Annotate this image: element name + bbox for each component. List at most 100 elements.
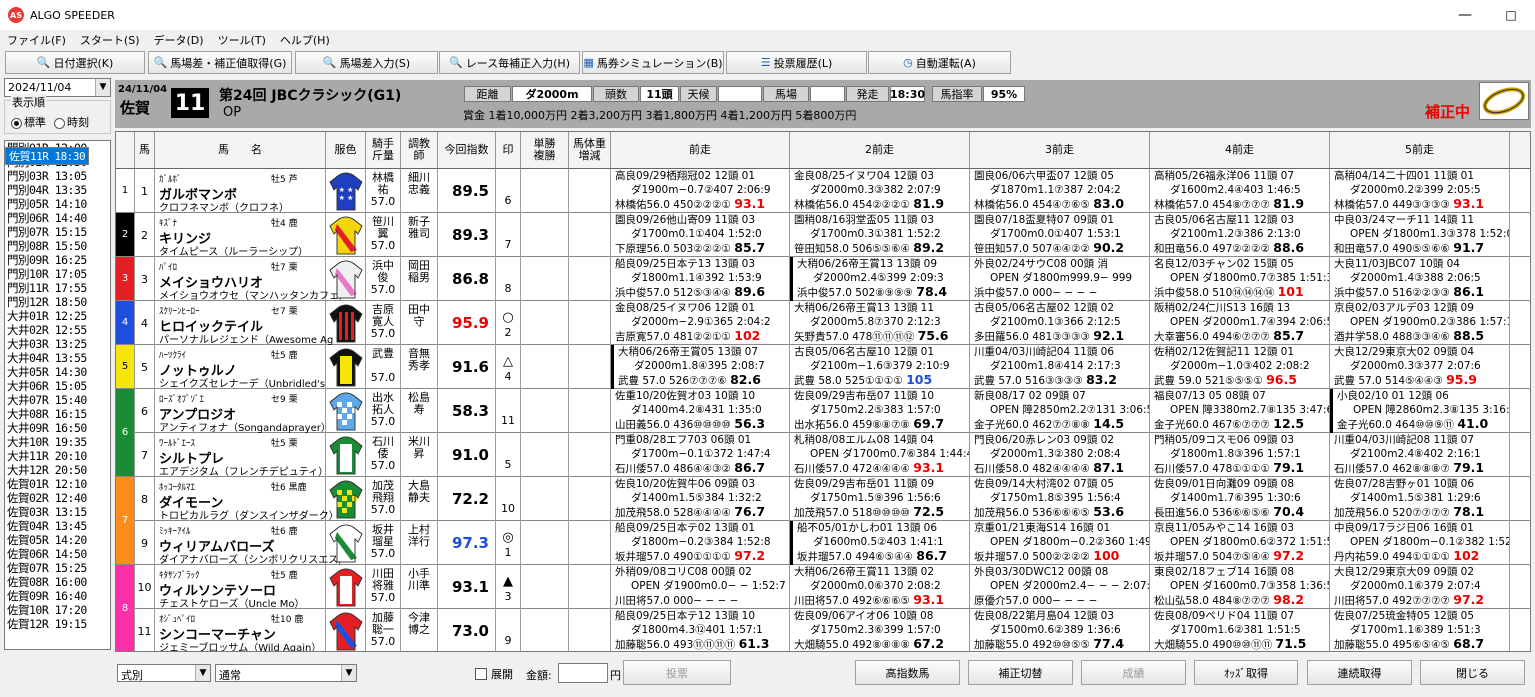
horse-row[interactable]: 11 ｵｼﾞｭﾍﾟｲﾛ 牡10 鹿シンコーマーチャン ジェミーブロッサム（Wild A… (116, 609, 1530, 651)
past-race-cell[interactable]: 佐稍02/12佐賀記11 12頭 01 ダ2000m−1.0③402 2:08:2… (1150, 345, 1330, 389)
header-weight[interactable]: 馬体重 増減 (569, 132, 611, 169)
mark-cell[interactable]: ◎ 1 (496, 521, 521, 565)
past-race-cell[interactable]: 中良03/24マーチ11 14頭 11 OPEN ダ1800m1.3③378 1:… (1330, 213, 1510, 257)
jockey-cell[interactable]: 吉原 寛人 57.0 (366, 301, 401, 345)
header-silks[interactable]: 服色 (326, 132, 366, 169)
past-race-cell[interactable]: 高良09/29栖翔冠02 12頭 01 ダ1900m−0.7②407 2:06:9… (611, 169, 790, 213)
header-horse-name[interactable]: 馬 名 (155, 132, 326, 169)
jockey-cell[interactable]: 加藤 聡一 57.0 (366, 609, 401, 651)
horse-name-cell[interactable]: ｷｽﾞﾅ 牡4 鹿キリンジ タイムピース（ルーラーシップ） (155, 213, 326, 258)
race-list-item[interactable]: 大井10R 19:35 (5, 435, 110, 449)
header-trainer[interactable]: 調教 師 (401, 132, 438, 169)
race-list-item[interactable]: 大井09R 16:50 (5, 421, 110, 435)
jockey-cell[interactable]: 坂井 瑠星 57.0 (366, 521, 401, 565)
past-race-cell[interactable]: 大稍06/26帝王賞05 13頭 07 ダ2000m1.8④395 2:08:7 武… (611, 345, 790, 389)
continuous-fetch-button[interactable]: 連続取得 (1307, 660, 1412, 685)
race-list-item[interactable]: 門別08R 15:50 (5, 239, 110, 253)
past-race-cell[interactable]: 大稍06/26帝王賞11 13頭 02 ダ2000m0.0⑥370 2:08:2 川… (790, 565, 970, 609)
menu-data[interactable]: データ(D) (147, 32, 211, 48)
past-race-cell[interactable]: 船不05/01かしわ01 13頭 06 ダ1600m0.5②403 1:41:1 坂… (790, 521, 970, 565)
jockey-cell[interactable]: 出水 拓人 57.0 (366, 389, 401, 433)
correction-toggle-button[interactable]: 補正切替 (968, 660, 1073, 685)
horse-name-cell[interactable]: ﾊﾟｲﾛ 牡7 栗メイショウハリオ メイショウオウセ（マンハッタンカフェ） (155, 257, 345, 302)
past-race-cell[interactable]: 園良06/06六甲盃07 12頭 05 ダ1870m1.1⑦387 2:04:2 林… (970, 169, 1150, 213)
past-race-cell[interactable]: 京重01/21東海S14 16頭 01 OPEN ダ1800m−0.2②360 1… (970, 521, 1150, 565)
horse-name-cell[interactable]: ﾎｯｺｰﾀﾙﾏｴ 牡6 黒鹿 ダイモーン トロピカルラグ（ダンスインザダーク） (155, 477, 339, 522)
horse-row[interactable]: 6 ﾛｰｽﾞｵﾌﾞｿﾞｴ セ9 栗アンプロジオ アンティフォナ（Songandapra… (116, 389, 1530, 434)
header-prev5[interactable]: 5前走 (1330, 132, 1510, 169)
race-list-item[interactable]: 門別05R 14:10 (5, 197, 110, 211)
past-race-cell[interactable]: 佐良07/25琉金特05 12頭 05 ダ1700m1.1⑥389 1:51:3 加… (1330, 609, 1510, 651)
past-race-cell[interactable]: 佐良09/14大村湾02 07頭 05 ダ1750m1.8⑤395 1:56:4 加… (970, 477, 1150, 521)
horse-row[interactable]: 10 ｷﾀｻﾝﾌﾞﾗｯｸ 牡5 鹿ウィルソンテソーロ チェストケローズ（Uncle M… (116, 565, 1530, 610)
toolbar-button-3[interactable]: 🔍 馬場差入力(S) (295, 51, 438, 74)
close-button[interactable]: 閉じる (1420, 660, 1525, 685)
past-race-cell[interactable]: 川重04/03川崎記08 11頭 07 ダ2100m2.4⑧402 2:16:1 石… (1330, 433, 1510, 477)
race-list-item[interactable]: 大井04R 13:55 (5, 351, 110, 365)
header-index[interactable]: 今回指数 (438, 132, 496, 169)
mark-cell[interactable]: 9 (496, 609, 521, 651)
header-prev1[interactable]: 前走 (611, 132, 790, 169)
mark-cell[interactable]: 5 (496, 433, 521, 477)
toolbar-button-5[interactable]: ▦ 馬券シミュレーション(B) (582, 51, 724, 74)
past-race-cell[interactable]: 古良05/06名古屋11 12頭 03 ダ2100m1.2③386 2:13:0 和… (1150, 213, 1330, 257)
bet-type-select[interactable]: 式別 ▼ (117, 664, 211, 682)
mode-select[interactable]: 通常 ▼ (215, 664, 357, 682)
sort-standard-radio[interactable]: 標準 (11, 114, 46, 130)
horse-row[interactable]: 5 ﾊｰﾂｸﾗｲ 牡5 鹿ノットゥルノ シェイクズセレナーデ（Unbridled's 武… (116, 345, 1530, 390)
race-list-item[interactable]: 佐賀12R 19:15 (5, 617, 110, 631)
past-race-cell[interactable]: 佐重10/20佐賀オ03 10頭 10 ダ1400m4.2⑧431 1:35:0 山… (611, 389, 790, 433)
sort-time-radio[interactable]: 時刻 (54, 114, 89, 130)
past-race-cell[interactable]: 大良12/29東京大09 09頭 02 ダ2000m0.1⑥379 2:07:4 川… (1330, 565, 1510, 609)
horse-name-cell[interactable]: ｷﾀｻﾝﾌﾞﾗｯｸ 牡5 鹿ウィルソンテソーロ チェストケローズ（Uncle Mo） (155, 565, 326, 610)
jockey-cell[interactable]: 笹川 翼 57.0 (366, 213, 401, 257)
race-list[interactable]: 門別01R 12:00門別02R 12:30門別03R 13:05門別04R 1… (4, 140, 111, 650)
menu-file[interactable]: ファイル(F) (0, 32, 73, 48)
past-race-cell[interactable]: 大稍06/26帝王賞13 13頭 09 ダ2000m2.4⑤399 2:09:3 浜… (790, 257, 970, 301)
past-race-cell[interactable]: 外稍09/08コリC08 00頭 02 OPEN ダ1900m0.0− − 1:5… (611, 565, 790, 609)
header-jockey[interactable]: 騎手 斤量 (366, 132, 401, 169)
past-race-cell[interactable]: 大良12/29東京大02 09頭 04 ダ2000m0.3③377 2:07:6 武… (1330, 345, 1510, 389)
past-race-cell[interactable]: 大稍06/26帝王賞13 13頭 11 ダ2000m5.8⑦370 2:12:3 矢… (790, 301, 970, 345)
race-list-item[interactable]: 門別10R 17:05 (5, 267, 110, 281)
horse-row[interactable]: 8 ﾎｯｺｰﾀﾙﾏｴ 牡6 黒鹿 ダイモーン トロピカルラグ（ダンスインザダーク） 加茂 … (116, 477, 1530, 522)
past-race-cell[interactable]: 外良03/30DWC12 00頭 08 OPEN ダ2000m2.4− − − 2… (970, 565, 1150, 609)
past-race-cell[interactable]: 中良09/17ラジ日06 16頭 01 OPEN ダ1800m−0.1②382 1… (1330, 521, 1510, 565)
horse-row[interactable]: 2 ｷｽﾞﾅ 牡4 鹿キリンジ タイムピース（ルーラーシップ） 笹川 翼 57.0 新子 … (116, 213, 1530, 258)
toolbar-button-7[interactable]: ◷ 自動運転(A) (868, 51, 1011, 74)
race-list-item[interactable]: 門別11R 17:55 (5, 281, 110, 295)
horse-name-cell[interactable]: ｵｼﾞｭﾍﾟｲﾛ 牡10 鹿シンコーマーチャン ジェミーブロッサム（Wild Aga… (155, 609, 326, 651)
mark-cell[interactable]: 10 (496, 477, 521, 521)
odds-fetch-button[interactable]: ｵｯｽﾞ取得 (1194, 660, 1298, 685)
past-race-cell[interactable]: 佐良09/01日向灘09 09頭 08 ダ1400m1.7⑥395 1:30:6 長… (1150, 477, 1330, 521)
past-race-cell[interactable]: 園良07/18盃夏特07 09頭 01 ダ1700m0.0①407 1:53:1 笹… (970, 213, 1150, 257)
race-list-item[interactable]: 門別07R 15:15 (5, 225, 110, 239)
horse-name-cell[interactable]: ｶﾞﾙﾎﾞ 牡5 芦ガルボマンボ クロフネマンボ（クロフネ） (155, 169, 326, 214)
past-race-cell[interactable]: 阪稍02/24仁川S13 16頭 13 OPEN ダ2000m1.7④394 2:… (1150, 301, 1330, 345)
past-race-cell[interactable]: 金良08/25イヌワ06 12頭 01 ダ2000m−2.9①365 2:04:2… (611, 301, 790, 345)
past-race-cell[interactable]: 高稍05/26福永洋06 11頭 07 ダ1600m2.4④403 1:46:5 林… (1150, 169, 1330, 213)
past-race-cell[interactable]: 佐良10/20佐賀牛06 09頭 03 ダ1400m1.5⑤384 1:32:2 加… (611, 477, 790, 521)
header-prev3[interactable]: 3前走 (970, 132, 1150, 169)
past-race-cell[interactable]: 佐良08/09ペリド04 11頭 07 ダ1700m1.6②381 1:51:5 大… (1150, 609, 1330, 651)
past-race-cell[interactable]: 福良07/13 05 08頭 07 OPEN 障3380m2.7⑧135 3:47… (1150, 389, 1330, 433)
horse-name-cell[interactable]: ﾐｯｷｰｱｲﾙ 牡6 鹿ウィリアムバローズ ダイアナバローズ（シンボリクリスエス） (155, 521, 345, 566)
header-waku[interactable] (116, 132, 135, 169)
race-list-item[interactable]: 大井07R 15:40 (5, 393, 110, 407)
race-list-item[interactable]: 佐賀04R 13:45 (5, 519, 110, 533)
race-list-item[interactable]: 佐賀07R 15:25 (5, 561, 110, 575)
past-race-cell[interactable]: 東良02/18フェブ14 16頭 08 OPEN ダ1600m0.7③358 1:… (1150, 565, 1330, 609)
past-race-cell[interactable]: 金良08/25イヌワ04 12頭 03 ダ2000m0.3③382 2:07:9 林… (790, 169, 970, 213)
race-list-item[interactable]: 佐賀02R 12:40 (5, 491, 110, 505)
race-list-item[interactable]: 佐賀11R 18:30 (5, 147, 90, 165)
mark-cell[interactable]: 7 (496, 213, 521, 257)
past-race-cell[interactable]: 小良02/10 01 12頭 06 OPEN 障2860m2.3⑧135 3:16… (1330, 389, 1510, 433)
race-list-item[interactable]: 佐賀03R 13:15 (5, 505, 110, 519)
horse-row[interactable]: 1 ｶﾞﾙﾎﾞ 牡5 芦ガルボマンボ クロフネマンボ（クロフネ） ★ ★ ★ ★ 林橋 祐 … (116, 169, 1530, 214)
jockey-cell[interactable]: 川田 将雅 57.0 (366, 565, 401, 609)
minimize-icon[interactable]: — (1442, 0, 1488, 30)
past-race-cell[interactable]: 佐良08/22第月島04 12頭 03 ダ1500m0.6②389 1:36:6 加… (970, 609, 1150, 651)
header-umaban[interactable]: 馬 (135, 132, 155, 169)
race-list-item[interactable]: 門別03R 13:05 (5, 169, 110, 183)
past-race-cell[interactable]: 園稍08/16羽堂盃05 11頭 03 ダ1700m0.3①381 1:52:2 笹… (790, 213, 970, 257)
